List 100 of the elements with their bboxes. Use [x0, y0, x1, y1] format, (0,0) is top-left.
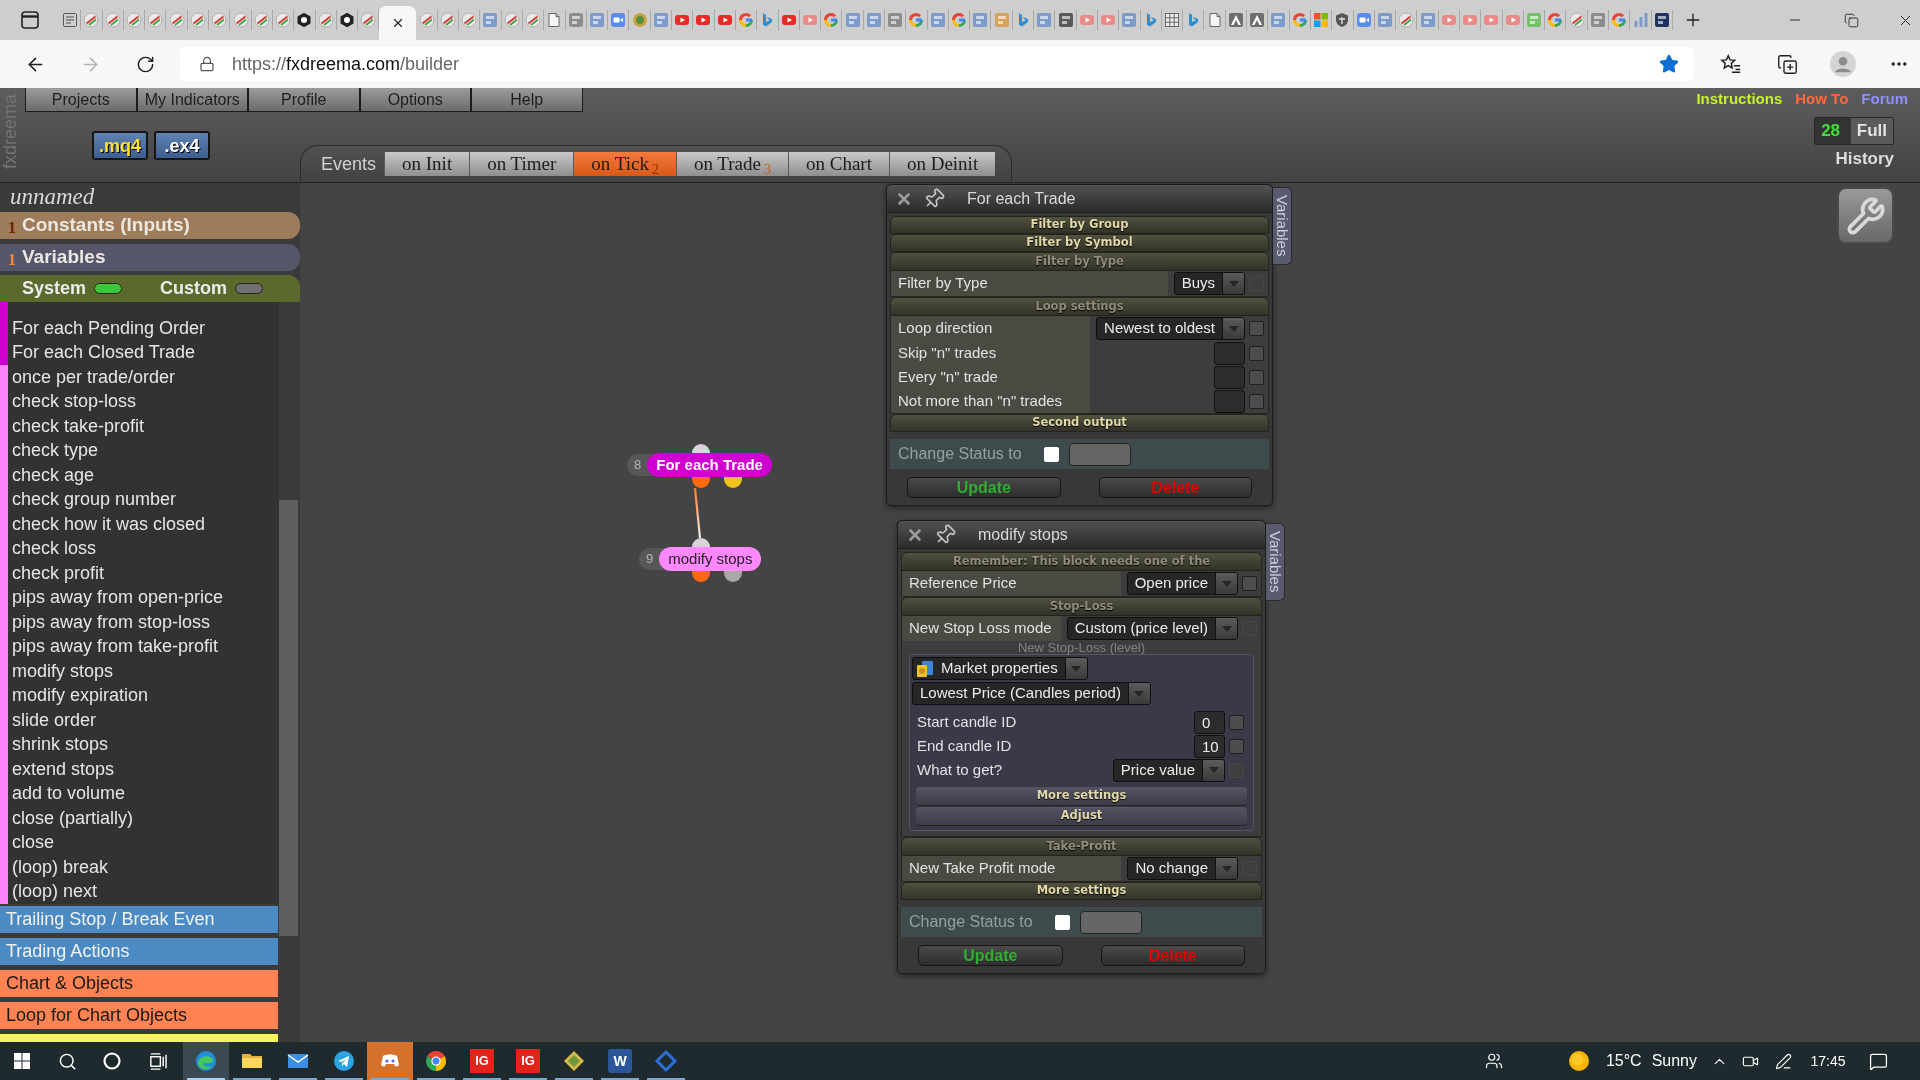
block-item[interactable]: modify stops	[8, 658, 114, 683]
block-item[interactable]: check age	[8, 462, 95, 487]
option-checkbox[interactable]	[1229, 738, 1244, 754]
option-checkbox[interactable]	[1249, 321, 1264, 336]
toggle-switch[interactable]	[235, 283, 264, 294]
section-header[interactable]: Filter by Group	[890, 216, 1269, 234]
block-item[interactable]: once per trade/order	[8, 364, 176, 389]
dropdown[interactable]: Newest to oldest	[1096, 317, 1245, 340]
avatar-icon[interactable]	[1830, 51, 1856, 77]
menu-button[interactable]: Projects	[25, 88, 137, 112]
clock-button[interactable]: 17:45	[1800, 1042, 1856, 1080]
variables-tab[interactable]: Variables	[1273, 187, 1292, 265]
history-button[interactable]: History	[1835, 149, 1894, 169]
task-view-icon[interactable]	[147, 1051, 167, 1071]
block-item[interactable]: pips away from take-profit	[8, 634, 219, 659]
block-item[interactable]: pips away from stop-loss	[8, 609, 211, 634]
update-button[interactable]: Update	[907, 477, 1061, 498]
category-bar[interactable]: Loop for Chart Objects	[0, 1001, 278, 1029]
dropdown[interactable]: Custom (price level)	[1066, 617, 1238, 640]
block-item[interactable]: shrink stops	[8, 732, 109, 757]
people-icon[interactable]	[1484, 1052, 1503, 1070]
restore-icon[interactable]	[1844, 12, 1859, 28]
star-icon[interactable]	[1659, 54, 1679, 74]
menu-button[interactable]: Options	[359, 88, 471, 112]
copy-plus-icon[interactable]	[1776, 53, 1798, 75]
section-header[interactable]: More settings	[901, 882, 1262, 900]
number-input[interactable]: 10	[1194, 734, 1225, 758]
dropdown[interactable]: Buys	[1173, 272, 1245, 295]
status-input[interactable]	[1068, 442, 1131, 466]
taskbar-app[interactable]: W	[597, 1042, 643, 1080]
number-input[interactable]	[1214, 341, 1245, 365]
event-tab[interactable]: on Init	[384, 152, 470, 176]
window-icon[interactable]	[21, 11, 39, 29]
status-input[interactable]	[1079, 910, 1142, 934]
block-item[interactable]: (loop) next	[8, 879, 98, 904]
menu-button[interactable]: Profile	[248, 88, 360, 112]
number-input[interactable]	[1214, 365, 1245, 389]
option-checkbox[interactable]	[1249, 345, 1264, 361]
block-item[interactable]: (loop) break	[8, 854, 109, 879]
block-item[interactable]: add to volume	[8, 781, 126, 806]
option-checkbox[interactable]	[1229, 714, 1244, 730]
weather-button[interactable]: 15°C Sunny	[1562, 1042, 1704, 1080]
block-node[interactable]: modify stops	[659, 547, 762, 571]
status-checkbox[interactable]	[1043, 446, 1059, 462]
option-checkbox[interactable]	[1249, 369, 1264, 385]
variables-tab[interactable]: Variables	[1266, 523, 1285, 601]
status-checkbox[interactable]	[1054, 914, 1070, 930]
notification-icon[interactable]	[1868, 1051, 1888, 1071]
dropdown[interactable]: Price value	[1112, 758, 1225, 782]
block-item[interactable]: check group number	[8, 487, 177, 512]
menu-button[interactable]: Help	[471, 88, 583, 112]
circle-icon[interactable]	[103, 1052, 121, 1070]
block-item[interactable]: check loss	[8, 536, 97, 561]
section-header[interactable]: Filter by Symbol	[890, 234, 1269, 252]
address-field[interactable]: https://fxdreema.com/builder	[180, 47, 1694, 81]
number-input[interactable]: 0	[1194, 710, 1225, 734]
block-item[interactable]: For each Pending Order	[8, 315, 206, 340]
menu-button[interactable]: My Indicators	[136, 88, 248, 112]
block-item[interactable]: check stop-loss	[8, 389, 137, 414]
block-item[interactable]: close (partially)	[8, 805, 134, 830]
search-icon[interactable]	[57, 1051, 77, 1071]
block-item[interactable]: modify expiration	[8, 683, 149, 708]
option-checkbox[interactable]	[1242, 576, 1257, 591]
block-item[interactable]: extend stops	[8, 756, 115, 781]
pen-icon[interactable]	[1774, 1052, 1792, 1070]
section-header[interactable]: More settings	[916, 787, 1247, 806]
export-button[interactable]: .mq4	[92, 131, 148, 160]
dropdown[interactable]: Market properties	[912, 657, 1088, 680]
section-header[interactable]: Second output	[890, 414, 1269, 432]
four-panes-icon[interactable]	[14, 1053, 30, 1069]
taskbar-app[interactable]: IG	[459, 1042, 505, 1080]
taskbar-app[interactable]: IG	[505, 1042, 551, 1080]
block-item[interactable]: check take-profit	[8, 413, 145, 438]
section-header[interactable]: Adjust	[916, 807, 1247, 826]
update-button[interactable]: Update	[918, 945, 1063, 966]
block-item[interactable]: close	[8, 830, 55, 855]
block-item[interactable]: check profit	[8, 560, 105, 585]
section-bar[interactable]: 1 Variables	[0, 244, 300, 271]
dropdown[interactable]: Open price	[1126, 572, 1238, 595]
tools-button[interactable]	[1837, 187, 1894, 244]
export-button[interactable]: .ex4	[154, 131, 210, 160]
dropdown[interactable]: No change	[1127, 857, 1238, 880]
category-bar[interactable]	[0, 1033, 278, 1042]
event-tab[interactable]: on Trade$_{3}$	[675, 152, 788, 176]
event-tab[interactable]: on Timer	[469, 152, 574, 176]
taskbar-app[interactable]	[183, 1042, 229, 1080]
history-mode-button[interactable]: 28 Full	[1814, 117, 1894, 145]
block-node[interactable]: For each Trade	[647, 453, 772, 477]
toggle-switch[interactable]	[94, 283, 123, 294]
block-item[interactable]: check how it was closed	[8, 511, 206, 536]
event-tab[interactable]: on Tick$_{2}$	[573, 152, 676, 176]
block-item[interactable]: check type	[8, 438, 99, 463]
event-tab[interactable]: on Deinit	[888, 152, 996, 176]
block-item[interactable]: pips away from open-price	[8, 585, 224, 610]
star-list-icon[interactable]	[1720, 53, 1742, 75]
block-item[interactable]: For each Closed Trade	[8, 340, 196, 365]
dropdown[interactable]: Lowest Price (Candles period)	[912, 682, 1151, 705]
option-checkbox[interactable]	[1249, 393, 1264, 409]
number-input[interactable]	[1214, 389, 1245, 413]
event-tab[interactable]: on Chart	[787, 152, 889, 176]
